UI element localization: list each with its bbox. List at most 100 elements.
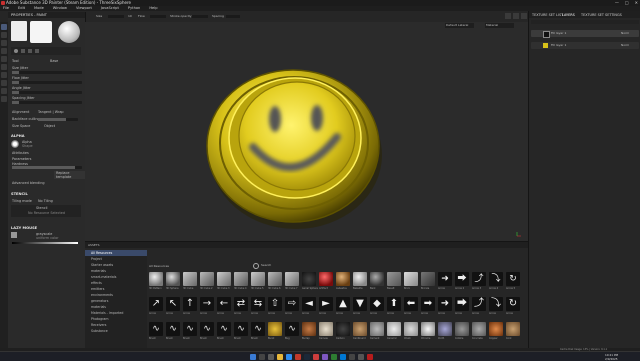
assets-filter-label[interactable]: All Resources: [149, 264, 169, 268]
alpha-thumbnail[interactable]: [11, 140, 19, 148]
asset-thumbnail[interactable]: ➜: [438, 297, 452, 311]
asset-thumbnail[interactable]: ⤴: [472, 297, 486, 311]
flow-jitter-slider[interactable]: [12, 81, 82, 84]
asset-thumbnail[interactable]: ∿: [251, 322, 265, 336]
asset-thumbnail[interactable]: ⬅: [404, 297, 418, 311]
hardness-slider[interactable]: [12, 166, 82, 169]
projection-icon[interactable]: [1, 40, 7, 46]
angle-jitter-slider[interactable]: [12, 91, 82, 94]
tab-texture-set-settings[interactable]: TEXTURE SET SETTINGS: [581, 13, 622, 17]
stencil-icon[interactable]: [28, 49, 32, 53]
asset-thumbnail[interactable]: ↑: [183, 297, 197, 311]
asset-thumbnail[interactable]: [183, 272, 197, 286]
toolbar-size-slider[interactable]: [108, 15, 124, 18]
asset-thumbnail[interactable]: ◆: [370, 297, 384, 311]
size-jitter-slider[interactable]: [12, 71, 82, 74]
display-settings-icon[interactable]: [521, 13, 527, 19]
asset-thumbnail[interactable]: ∿: [200, 322, 214, 336]
replace-template-button[interactable]: Replace template: [54, 171, 85, 179]
asset-thumbnail[interactable]: ∿: [183, 322, 197, 336]
paint-brush-icon[interactable]: [1, 24, 7, 30]
adobe-icon[interactable]: [367, 353, 373, 360]
tab-base[interactable]: Base: [50, 59, 58, 63]
layer-name[interactable]: Fill layer 1: [551, 31, 566, 35]
asset-thumbnail[interactable]: [319, 322, 333, 336]
asset-thumbnail[interactable]: [268, 322, 282, 336]
asset-thumbnail[interactable]: [200, 272, 214, 286]
color-picker-icon[interactable]: [1, 72, 7, 78]
attributes-toggle[interactable]: Attributes: [12, 151, 29, 155]
asset-thumbnail[interactable]: ∿: [149, 322, 163, 336]
asset-thumbnail[interactable]: ⤵: [489, 297, 503, 311]
toolbar-stroke-slider[interactable]: [192, 15, 208, 18]
geometry-decal-icon[interactable]: [1, 80, 7, 86]
asset-thumbnail[interactable]: ⤵: [489, 272, 503, 286]
terminal-icon[interactable]: [358, 353, 364, 360]
tab-layers[interactable]: LAYERS: [562, 13, 575, 17]
asset-thumbnail[interactable]: [404, 322, 418, 336]
spotify-icon[interactable]: [331, 353, 337, 360]
path-icon[interactable]: [1, 88, 7, 94]
asset-thumbnail[interactable]: [149, 272, 163, 286]
tiling-mode-dropdown[interactable]: No Tiling: [38, 199, 53, 203]
asset-thumbnail[interactable]: ↖: [166, 297, 180, 311]
asset-thumbnail[interactable]: [285, 272, 299, 286]
asset-thumbnail[interactable]: ▼: [353, 297, 367, 311]
layer-row[interactable]: Fill layer 1 Norm: [531, 42, 639, 49]
asset-thumbnail[interactable]: [217, 272, 231, 286]
asset-thumbnail[interactable]: [336, 272, 350, 286]
render-icon[interactable]: [513, 13, 519, 19]
asset-thumbnail[interactable]: [234, 272, 248, 286]
asset-thumbnail[interactable]: [251, 272, 265, 286]
asset-thumbnail[interactable]: [268, 272, 282, 286]
tree-item[interactable]: Substance: [85, 328, 147, 334]
asset-thumbnail[interactable]: ➡: [421, 297, 435, 311]
asset-thumbnail[interactable]: ↻: [506, 297, 520, 311]
asset-thumbnail[interactable]: [506, 322, 520, 336]
toolbar-size-value[interactable]: 10: [128, 14, 132, 18]
alpha-icon[interactable]: [21, 49, 25, 53]
asset-thumbnail[interactable]: [404, 272, 418, 286]
store-icon[interactable]: [340, 353, 346, 360]
backface-culling-slider[interactable]: [38, 118, 78, 121]
asset-thumbnail[interactable]: ⇨: [285, 297, 299, 311]
asset-thumbnail[interactable]: [455, 322, 469, 336]
eraser-icon[interactable]: [1, 32, 7, 38]
layer-blend-mode[interactable]: Norm: [621, 43, 629, 47]
toolbar-spacing-slider[interactable]: [226, 15, 240, 18]
asset-thumbnail[interactable]: ►: [319, 297, 333, 311]
lazy-mouse-thumbnail[interactable]: [11, 232, 17, 238]
asset-thumbnail[interactable]: [302, 322, 316, 336]
asset-thumbnail[interactable]: [387, 272, 401, 286]
layer-name[interactable]: Fill layer 1: [551, 43, 566, 47]
asset-thumbnail[interactable]: [370, 272, 384, 286]
asset-thumbnail[interactable]: ⇆: [251, 297, 265, 311]
spacing-jitter-slider[interactable]: [12, 101, 82, 104]
asset-thumbnail[interactable]: ⇄: [234, 297, 248, 311]
asset-thumbnail[interactable]: [302, 272, 316, 286]
asset-thumbnail[interactable]: ↗: [149, 297, 163, 311]
layer-row[interactable]: Fill layer 1 Norm: [531, 30, 639, 38]
advanced-blending-toggle[interactable]: Advanced blending: [12, 181, 45, 185]
asset-thumbnail[interactable]: ▲: [336, 297, 350, 311]
asset-thumbnail[interactable]: [166, 272, 180, 286]
start-icon[interactable]: [250, 353, 256, 360]
asset-thumbnail[interactable]: [336, 322, 350, 336]
asset-thumbnail[interactable]: ⮕: [455, 272, 469, 286]
grayscale-gradient-bar[interactable]: [12, 242, 78, 244]
layer-blend-mode[interactable]: Norm: [621, 31, 629, 35]
polygon-fill-icon[interactable]: [1, 48, 7, 54]
asset-thumbnail[interactable]: [353, 272, 367, 286]
asset-thumbnail[interactable]: ◄: [302, 297, 316, 311]
clone-icon[interactable]: [1, 64, 7, 70]
settings-icon[interactable]: [349, 353, 355, 360]
asset-thumbnail[interactable]: [353, 322, 367, 336]
asset-thumbnail[interactable]: [421, 272, 435, 286]
steam-icon[interactable]: [304, 353, 310, 360]
assets-search-input[interactable]: Search: [261, 263, 271, 267]
smudge-icon[interactable]: [1, 56, 7, 62]
asset-thumbnail[interactable]: ➜: [438, 272, 452, 286]
tab-tool[interactable]: Tool: [12, 59, 19, 63]
asset-thumbnail[interactable]: [489, 322, 503, 336]
asset-thumbnail[interactable]: ⬆: [387, 297, 401, 311]
